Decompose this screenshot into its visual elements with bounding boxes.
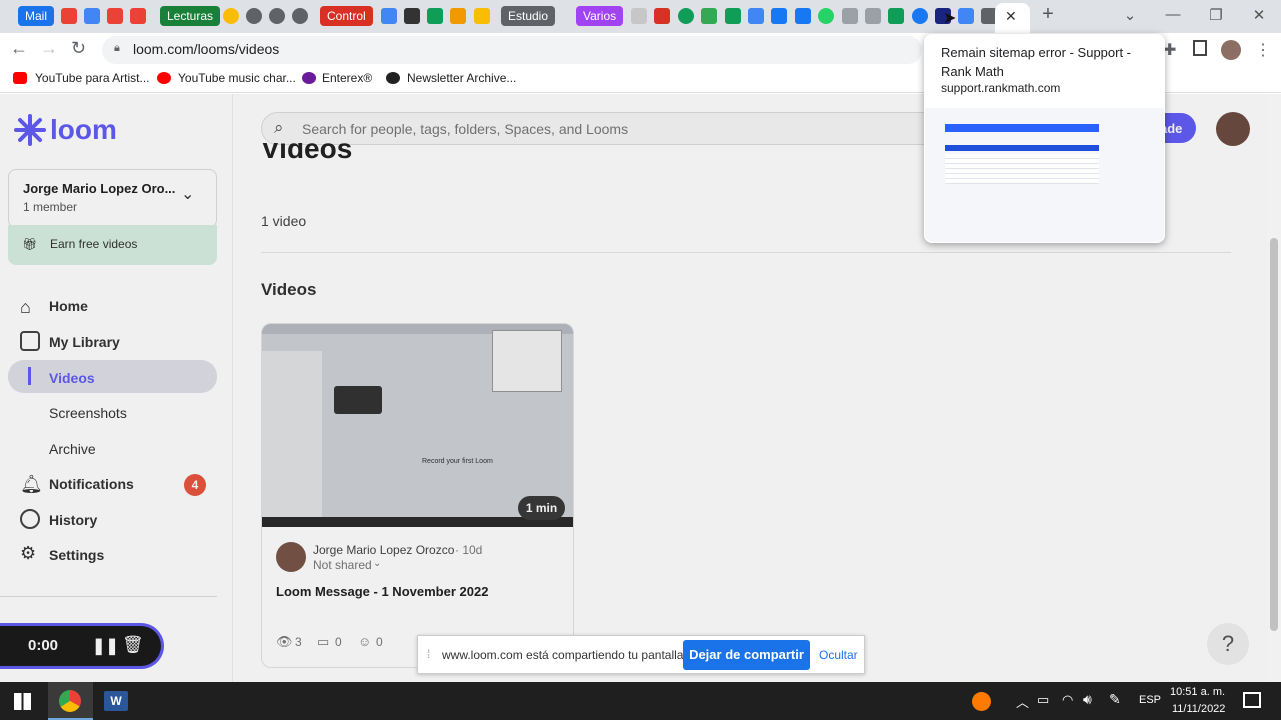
slides-icon[interactable] (474, 8, 490, 24)
page-icon[interactable] (450, 8, 466, 24)
clock-time[interactable]: 10:51 a. m. (1170, 686, 1225, 698)
extensions-icon[interactable]: ✚ (1163, 40, 1176, 60)
page-icon[interactable] (958, 8, 974, 24)
tab-group-lecturas[interactable]: Lecturas (160, 6, 221, 26)
maximize-icon[interactable]: ❐ (1206, 6, 1226, 24)
hide-button[interactable]: Ocultar (819, 648, 858, 662)
tab-group-control[interactable]: Control (320, 6, 373, 26)
whatsapp-icon[interactable] (818, 8, 834, 24)
battery-icon[interactable]: ▭ (1037, 692, 1049, 708)
notification-center-icon[interactable] (1243, 692, 1261, 708)
new-tab-icon[interactable]: + (1038, 3, 1058, 26)
wifi-icon[interactable]: ◠ (1062, 692, 1073, 708)
meta-icon[interactable] (795, 8, 811, 24)
preview-header (945, 124, 1099, 132)
chrome-icon (59, 690, 81, 712)
close-window-icon[interactable]: ✕ (1249, 6, 1269, 24)
hover-card-preview (925, 108, 1164, 242)
tab-group-varios[interactable]: Varios (576, 6, 624, 26)
page-icon[interactable] (842, 8, 858, 24)
mouse-cursor-icon: ➤ (943, 10, 957, 27)
page-icon[interactable] (654, 8, 670, 24)
tab-strip: Mail Lecturas Control Estudio Varios ✕ +… (0, 0, 1281, 33)
evernote-icon[interactable] (678, 8, 694, 24)
gmail-icon[interactable] (107, 8, 123, 24)
tab-hover-card: Remain sitemap error - Support - Rank Ma… (924, 34, 1165, 243)
bookmark-enterex[interactable]: Enterex® (322, 71, 372, 85)
side-panel-icon[interactable] (1193, 40, 1207, 56)
bookmark-youtube-music[interactable]: YouTube music char... (178, 71, 296, 85)
reload-icon[interactable]: ↻ (71, 38, 86, 59)
scrollbar[interactable] (1267, 94, 1281, 682)
notion-icon[interactable] (404, 8, 420, 24)
back-icon[interactable]: ← (10, 38, 28, 59)
plus-app-icon[interactable] (888, 8, 904, 24)
page-icon[interactable] (269, 8, 285, 24)
youtube-icon (13, 72, 27, 84)
url-text[interactable]: loom.com/looms/videos (133, 41, 279, 57)
drag-handle-icon[interactable]: ⁞ (427, 647, 430, 661)
minimize-icon[interactable]: — (1163, 6, 1183, 23)
meta-icon[interactable] (771, 8, 787, 24)
tab-search-icon[interactable]: ⌄ (1120, 6, 1140, 24)
chevron-up-icon[interactable]: ︿ (1016, 692, 1029, 711)
preview-table-head (945, 145, 1099, 151)
facebook-icon[interactable] (912, 8, 928, 24)
tray-app-icon[interactable] (972, 692, 991, 711)
bookmark-newsletter[interactable]: Newsletter Archive... (407, 71, 516, 85)
profile-avatar[interactable] (1221, 40, 1241, 60)
hover-card-domain: support.rankmath.com (941, 81, 1061, 95)
page-icon[interactable] (865, 8, 881, 24)
page-icon[interactable] (246, 8, 262, 24)
drive-icon[interactable] (701, 8, 717, 24)
forward-icon[interactable]: → (40, 38, 58, 59)
calendar-icon[interactable] (84, 8, 100, 24)
scrollbar-thumb[interactable] (1270, 238, 1278, 631)
page-icon[interactable] (292, 8, 308, 24)
taskbar: W ︿ ▭ ◠ 🔊︎ ✎ ESP 10:51 a. m. 11/11/2022 (0, 682, 1281, 720)
gmail-icon[interactable] (61, 8, 77, 24)
tab-group-estudio[interactable]: Estudio (501, 6, 556, 26)
bulb-icon[interactable] (223, 8, 239, 24)
taskbar-chrome[interactable] (48, 682, 93, 720)
active-tab[interactable]: ✕ (995, 3, 1030, 33)
windows-start-icon[interactable] (14, 693, 31, 710)
tab-group-mail[interactable]: Mail (18, 6, 55, 26)
calendar-icon[interactable] (381, 8, 397, 24)
word-icon[interactable]: W (104, 691, 128, 711)
screen-share-bar: ⁞ www.loom.com está compartiendo tu pant… (417, 635, 865, 674)
close-tab-icon[interactable]: ✕ (1005, 8, 1017, 25)
enterex-icon (302, 72, 316, 84)
youtube-music-icon (157, 72, 171, 84)
menu-icon[interactable]: ⋮ (1255, 40, 1271, 60)
bookmark-youtube-artists[interactable]: YouTube para Artist... (35, 71, 150, 85)
preview-table (945, 154, 1099, 184)
clock-date[interactable]: 11/11/2022 (1172, 703, 1225, 715)
newsletter-icon (386, 72, 400, 84)
language-indicator[interactable]: ESP (1139, 694, 1161, 706)
plus-app-icon[interactable] (725, 8, 741, 24)
plus-app-icon[interactable] (427, 8, 443, 24)
gmail-icon[interactable] (130, 8, 146, 24)
stop-sharing-button[interactable]: Dejar de compartir (683, 640, 810, 670)
share-message: www.loom.com está compartiendo tu pantal… (442, 648, 687, 662)
page-icon[interactable] (631, 8, 647, 24)
volume-icon[interactable]: 🔊︎ (1083, 691, 1092, 708)
lock-icon[interactable]: 🔒︎ (114, 42, 120, 55)
page-icon[interactable] (748, 8, 764, 24)
hover-card-title: Remain sitemap error - Support - Rank Ma… (941, 45, 1132, 79)
pen-icon[interactable]: ✎ (1109, 691, 1121, 708)
